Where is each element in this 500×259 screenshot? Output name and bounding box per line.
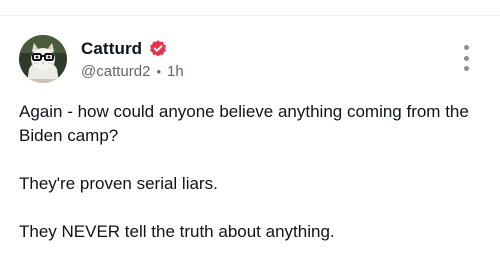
post-body: Again - how could anyone believe anythin… (19, 100, 484, 244)
post-timestamp[interactable]: 1h (167, 63, 184, 80)
post-paragraph: They're proven serial liars. (19, 174, 218, 193)
author-display-name[interactable]: Catturd (81, 39, 142, 59)
top-divider (0, 15, 500, 16)
avatar[interactable] (19, 35, 67, 83)
post-card: Catturd @catturd2 • 1h Again - how could… (0, 0, 500, 259)
post-paragraph: They NEVER tell the truth about anything… (19, 222, 335, 241)
author-meta: Catturd @catturd2 • 1h (81, 38, 184, 80)
post-header: Catturd @catturd2 • 1h (19, 35, 184, 83)
more-options-button[interactable] (456, 45, 476, 71)
separator-dot: • (156, 64, 161, 79)
post-paragraph: Again - how could anyone believe anythin… (19, 102, 469, 145)
more-dot-icon (463, 45, 469, 50)
author-handle[interactable]: @catturd2 (81, 63, 150, 80)
cat-avatar-icon (19, 35, 67, 83)
verified-badge-icon (148, 39, 168, 59)
more-dot-icon (463, 55, 469, 61)
more-dot-icon (463, 66, 469, 71)
handle-row: @catturd2 • 1h (81, 63, 184, 80)
name-row: Catturd (81, 38, 184, 60)
